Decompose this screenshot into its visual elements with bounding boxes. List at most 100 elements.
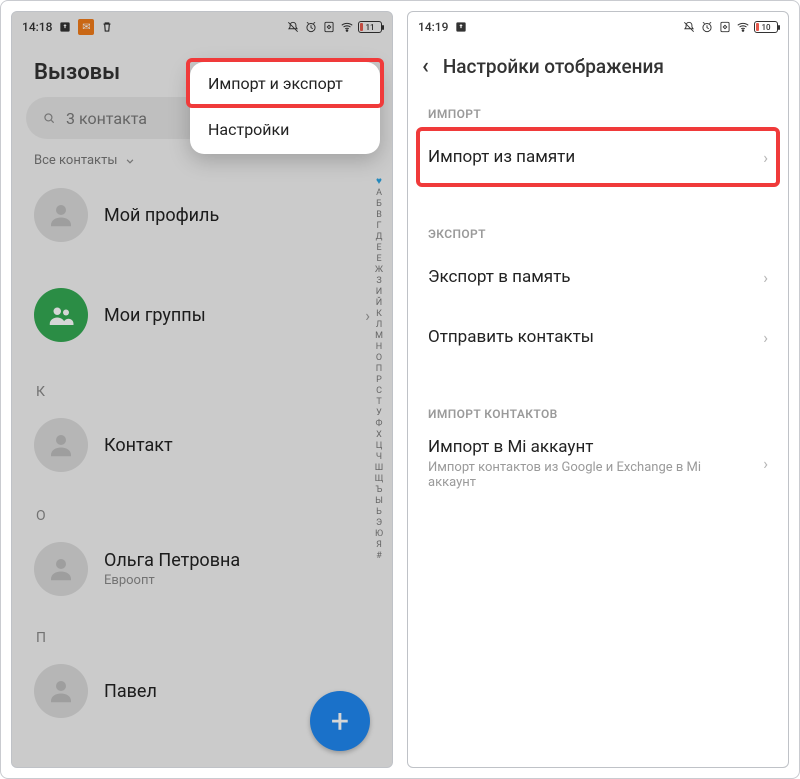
alpha-index-letter[interactable]: Е: [376, 254, 381, 264]
battery-indicator: 11: [358, 21, 382, 33]
avatar-placeholder-icon: [34, 418, 88, 472]
contact-subtitle: Евроопт: [104, 573, 240, 588]
alpha-index-letter[interactable]: Ы: [375, 496, 383, 506]
status-time: 14:18: [22, 20, 52, 34]
export-to-memory[interactable]: Экспорт в память ›: [408, 247, 788, 307]
search-icon: [42, 111, 56, 125]
wifi-icon: [340, 20, 354, 34]
alpha-index-letter[interactable]: О: [376, 353, 382, 363]
chevron-right-icon: ›: [763, 454, 768, 473]
alpha-index-letter[interactable]: В: [376, 210, 382, 220]
alpha-index-letter[interactable]: Ю: [375, 529, 383, 539]
plus-icon: +: [331, 702, 349, 740]
nosim-icon: [718, 20, 732, 34]
alpha-index-letter[interactable]: Д: [376, 232, 383, 242]
setting-label: Отправить контакты: [428, 327, 594, 347]
alpha-index-letter[interactable]: Е: [376, 243, 381, 253]
wifi-icon: [736, 20, 750, 34]
alpha-index-letter[interactable]: Ж: [375, 265, 383, 275]
alpha-index-letter[interactable]: М: [375, 331, 383, 341]
alpha-index-letter[interactable]: И: [376, 287, 382, 297]
upload-icon: [454, 20, 468, 34]
setting-label: Импорт из памяти: [428, 147, 575, 167]
my-profile-label: Мой профиль: [104, 205, 219, 226]
trash-icon: [100, 20, 114, 34]
chevron-right-icon: ›: [763, 328, 768, 347]
phone-right-settings: 14:19 10 ‹ Настройки отображения ИМПОРТ …: [407, 11, 789, 768]
alpha-index-letter[interactable]: Т: [376, 397, 381, 407]
avatar-placeholder-icon: [34, 188, 88, 242]
alpha-index-letter[interactable]: С: [376, 386, 382, 396]
alphabet-index[interactable]: ♥ АБВГДЕЕЖЗИЙКЛМНОПРСТУФХЦЧШЩЪЫЬЭЮЯ#: [372, 174, 386, 767]
menu-import-export[interactable]: Импорт и экспорт: [186, 58, 384, 108]
chevron-right-icon: ›: [763, 148, 768, 167]
alpha-index-letter[interactable]: Л: [376, 320, 382, 330]
alarm-icon: [700, 20, 714, 34]
filter-label: Все контакты: [34, 153, 117, 168]
alpha-index-letter[interactable]: Ш: [375, 463, 383, 473]
groups-icon: [34, 288, 88, 342]
alpha-index-letter[interactable]: Й: [376, 298, 382, 308]
contact-name: Павел: [104, 681, 157, 702]
back-button[interactable]: ‹: [422, 54, 429, 79]
settings-header: ‹ Настройки отображения: [408, 40, 788, 97]
dnd-icon: [286, 20, 300, 34]
dnd-icon: [682, 20, 696, 34]
search-placeholder: 3 контакта: [66, 109, 147, 128]
alpha-index-letter[interactable]: Г: [376, 221, 381, 231]
section-header: К: [12, 370, 392, 404]
alpha-index-letter[interactable]: Н: [376, 342, 382, 352]
setting-label: Экспорт в память: [428, 267, 571, 287]
alpha-index-letter[interactable]: Я: [376, 540, 382, 550]
alarm-icon: [304, 20, 318, 34]
chevron-right-icon: ›: [763, 268, 768, 287]
import-from-memory[interactable]: Импорт из памяти ›: [408, 127, 788, 187]
chevron-down-icon: [123, 154, 137, 168]
contact-name: Контакт: [104, 435, 173, 456]
contacts-list: Мой профиль Мои группы › К Контакт О Оль…: [12, 174, 392, 767]
alpha-index-letter[interactable]: Ч: [376, 452, 382, 462]
setting-label: Импорт в Mi аккаунт: [428, 437, 718, 457]
alpha-index-letter[interactable]: К: [376, 309, 382, 319]
phone-left-contacts: 14:18 ✉ 11 Вызовы 3 контакта Все контакт…: [11, 11, 393, 768]
alpha-index-letter[interactable]: Ъ: [376, 485, 383, 495]
app-icon: ✉: [78, 19, 94, 35]
section-header: П: [12, 616, 392, 650]
contact-row[interactable]: Контакт: [12, 404, 392, 486]
alpha-index-letter[interactable]: У: [376, 408, 382, 418]
alpha-index-letter[interactable]: Б: [376, 199, 382, 209]
alpha-index-letter[interactable]: Ь: [376, 507, 382, 517]
my-profile-row[interactable]: Мой профиль: [12, 174, 392, 256]
setting-subtitle: Импорт контактов из Google и Exchange в …: [428, 460, 718, 490]
alpha-index-letter[interactable]: Щ: [375, 474, 384, 484]
alpha-index-letter[interactable]: А: [376, 188, 382, 198]
alpha-index-letter[interactable]: З: [376, 276, 381, 286]
nosim-icon: [322, 20, 336, 34]
alpha-index-letter[interactable]: Р: [376, 375, 382, 385]
add-contact-fab[interactable]: +: [310, 691, 370, 751]
alpha-index-letter[interactable]: Х: [376, 430, 382, 440]
alpha-index-letter[interactable]: Ц: [376, 441, 383, 451]
my-groups-row[interactable]: Мои группы ›: [12, 274, 392, 356]
upload-icon: [58, 20, 72, 34]
menu-settings[interactable]: Настройки: [190, 104, 380, 154]
menu-item-label: Настройки: [208, 120, 289, 139]
send-contacts[interactable]: Отправить контакты ›: [408, 307, 788, 367]
groups-label: Мои группы: [104, 305, 206, 326]
alpha-index-letter[interactable]: Ф: [376, 419, 383, 429]
section-export-label: ЭКСПОРТ: [408, 187, 788, 247]
avatar-placeholder-icon: [34, 542, 88, 596]
page-title: Настройки отображения: [443, 55, 664, 78]
avatar-placeholder-icon: [34, 664, 88, 718]
alpha-index-letter[interactable]: #: [376, 551, 382, 561]
section-import-contacts-label: ИМПОРТ КОНТАКТОВ: [408, 367, 788, 427]
section-import-label: ИМПОРТ: [408, 97, 788, 127]
overflow-menu: Импорт и экспорт Настройки: [190, 62, 380, 154]
contact-row[interactable]: Ольга Петровна Евроопт: [12, 528, 392, 610]
import-mi-account[interactable]: Импорт в Mi аккаунт Импорт контактов из …: [408, 427, 788, 499]
status-time: 14:19: [418, 20, 448, 34]
alpha-index-letter[interactable]: Э: [376, 518, 382, 528]
heart-icon: ♥: [376, 176, 382, 187]
alpha-index-letter[interactable]: П: [376, 364, 382, 374]
section-header: О: [12, 494, 392, 528]
